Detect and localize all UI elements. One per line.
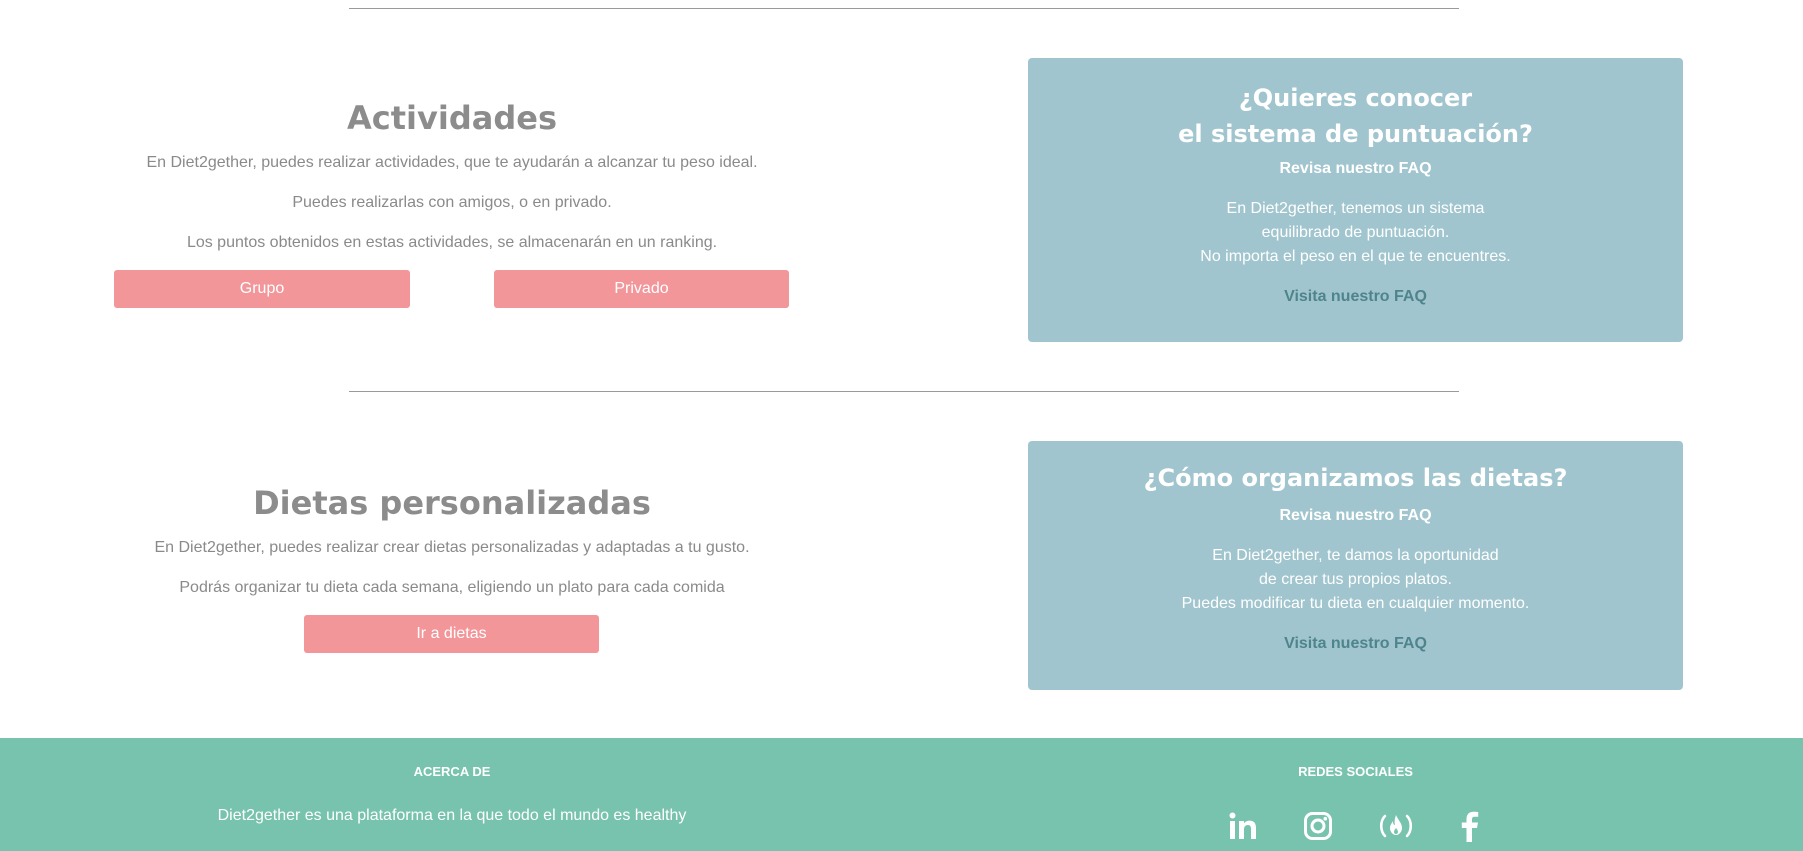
diet-card-faq-link[interactable]: Visita nuestro FAQ [1284, 635, 1427, 652]
score-card-body-line: En Diet2gether, tenemos un sistema [1226, 200, 1485, 217]
group-button[interactable]: Grupo [114, 270, 410, 308]
activities-paragraph-2: Puedes realizarlas con amigos, o en priv… [292, 194, 612, 211]
score-card-title-line2: el sistema de puntuación? [1178, 120, 1533, 148]
footer-about-title: ACERCA DE [413, 764, 491, 779]
diets-section: Dietas personalizadas [0, 484, 904, 522]
score-card-title-line1: ¿Quieres conocer [1238, 84, 1473, 112]
score-card-faq-link[interactable]: Visita nuestro FAQ [1284, 288, 1427, 305]
activities-title: Actividades [347, 99, 557, 137]
instagram-icon[interactable] [1300, 808, 1336, 844]
score-card-subtitle: Revisa nuestro FAQ [1279, 160, 1432, 177]
footer: ACERCA DE Diet2gether es una plataforma … [0, 738, 1803, 851]
diet-card-subtitle: Revisa nuestro FAQ [1279, 507, 1432, 524]
score-card-body-line: No importa el peso en el que te encuentr… [1200, 248, 1511, 265]
freecodecamp-icon[interactable] [1378, 808, 1414, 844]
diet-card-body-line: de crear tus propios platos. [1259, 571, 1452, 588]
go-to-diets-button[interactable]: Ir a dietas [304, 615, 599, 653]
diet-card-title: ¿Cómo organizamos las dietas? [1143, 464, 1568, 492]
middle-divider [349, 391, 1459, 392]
diet-card-body-line: En Diet2gether, te damos la oportunidad [1212, 547, 1499, 564]
footer-about-text: Diet2gether es una plataforma en la que … [217, 807, 687, 824]
linkedin-icon[interactable] [1225, 808, 1261, 844]
diets-title: Dietas personalizadas [253, 484, 651, 522]
diets-paragraph-2: Podrás organizar tu dieta cada semana, e… [179, 579, 725, 596]
activities-paragraph-1: En Diet2gether, puedes realizar activida… [146, 154, 758, 171]
activities-paragraph-3: Los puntos obtenidos en estas actividade… [186, 234, 718, 251]
score-card-body-line: equilibrado de puntuación. [1261, 224, 1450, 241]
score-system-card: ¿Quieres conocer el sistema de puntuació… [1028, 58, 1683, 342]
footer-social-title: REDES SOCIALES [1298, 764, 1413, 779]
activities-section: Actividades [0, 99, 904, 137]
private-button[interactable]: Privado [494, 270, 789, 308]
diet-organization-card: ¿Cómo organizamos las dietas? Revisa nue… [1028, 441, 1683, 690]
diets-paragraph-1: En Diet2gether, puedes realizar crear di… [154, 539, 750, 556]
top-divider [349, 8, 1459, 9]
score-card-body: En Diet2gether, tenemos un sistema equil… [1028, 197, 1683, 269]
diet-card-body: En Diet2gether, te damos la oportunidad … [1028, 544, 1683, 616]
diet-card-body-line: Puedes modificar tu dieta en cualquier m… [1181, 595, 1530, 612]
facebook-icon[interactable] [1452, 808, 1488, 844]
